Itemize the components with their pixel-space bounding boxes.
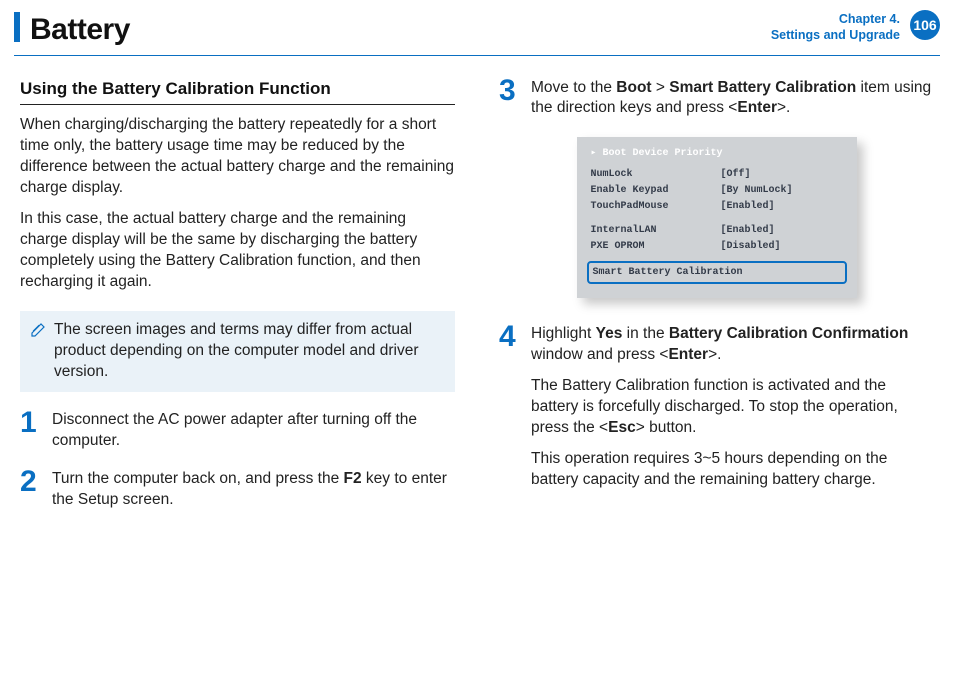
s4ba: The Battery Calibration function is acti…: [531, 377, 898, 436]
s4ac: in the: [622, 325, 669, 342]
note-text: The screen images and terms may differ f…: [54, 320, 443, 383]
s3g: >.: [777, 99, 790, 116]
s3f: Enter: [737, 99, 777, 116]
section-rule: [20, 104, 455, 105]
step-4: 4 Highlight Yes in the Battery Calibrati…: [499, 324, 934, 500]
s4ad: Battery Calibration Confirmation: [669, 325, 908, 342]
bios-value: [Enabled]: [721, 223, 775, 239]
header-accent-bar: [14, 12, 20, 42]
note-icon: [30, 322, 46, 383]
right-column: 3 Move to the Boot > Smart Battery Calib…: [499, 78, 934, 512]
bios-label: InternalLAN: [591, 223, 721, 239]
bios-label: PXE OPROM: [591, 239, 721, 255]
bios-row: PXE OPROM [Disabled]: [577, 239, 857, 255]
s4ag: >.: [708, 346, 721, 363]
step-2-pre: Turn the computer back on, and press the: [52, 470, 344, 487]
bios-panel: ▸ Boot Device Priority NumLock [Off] Ena…: [577, 137, 857, 298]
step-number-4: 4: [499, 324, 521, 500]
bios-gap: [577, 215, 857, 223]
step-4-body: Highlight Yes in the Battery Calibration…: [531, 324, 934, 500]
section-heading: Using the Battery Calibration Function: [20, 78, 455, 101]
page-number-badge: 106: [910, 10, 940, 40]
page-title: Battery: [30, 10, 130, 51]
bios-value: [By NumLock]: [721, 183, 793, 199]
bios-row: NumLock [Off]: [577, 167, 857, 183]
bios-value: [Enabled]: [721, 199, 775, 215]
s4c: This operation requires 3~5 hours depend…: [531, 449, 934, 491]
chapter-label: Chapter 4. Settings and Upgrade: [771, 12, 900, 43]
chapter-line2: Settings and Upgrade: [771, 28, 900, 44]
s4af: Enter: [668, 346, 708, 363]
header-right: Chapter 4. Settings and Upgrade 106: [771, 10, 940, 43]
step-number-3: 3: [499, 78, 521, 120]
step-3: 3 Move to the Boot > Smart Battery Calib…: [499, 78, 934, 120]
s3b: Boot: [616, 79, 651, 96]
s4ab: Yes: [596, 325, 623, 342]
bios-label: NumLock: [591, 167, 721, 183]
bios-row: Enable Keypad [By NumLock]: [577, 183, 857, 199]
bios-screenshot: ▸ Boot Device Priority NumLock [Off] Ena…: [499, 137, 934, 298]
intro-para-2: In this case, the actual battery charge …: [20, 209, 455, 293]
bios-value: [Off]: [721, 167, 751, 183]
bios-header: ▸ Boot Device Priority: [577, 147, 857, 167]
chapter-line1: Chapter 4.: [771, 12, 900, 28]
bios-value: [Disabled]: [721, 239, 781, 255]
s4ae: window and press <: [531, 346, 668, 363]
intro-para-1: When charging/discharging the battery re…: [20, 115, 455, 199]
step-1-body: Disconnect the AC power adapter after tu…: [52, 410, 455, 452]
step-2-key: F2: [344, 470, 362, 487]
step-2: 2 Turn the computer back on, and press t…: [20, 469, 455, 511]
bios-row: InternalLAN [Enabled]: [577, 223, 857, 239]
bios-label: TouchPadMouse: [591, 199, 721, 215]
content-columns: Using the Battery Calibration Function W…: [0, 56, 954, 512]
s4bc: > button.: [636, 419, 697, 436]
step-1: 1 Disconnect the AC power adapter after …: [20, 410, 455, 452]
bios-label: Enable Keypad: [591, 183, 721, 199]
s3c: >: [652, 79, 670, 96]
page-header: Battery Chapter 4. Settings and Upgrade …: [0, 0, 954, 55]
note-box: The screen images and terms may differ f…: [20, 311, 455, 392]
s4aa: Highlight: [531, 325, 596, 342]
step-number-1: 1: [20, 410, 42, 452]
step-number-2: 2: [20, 469, 42, 511]
bios-row: TouchPadMouse [Enabled]: [577, 199, 857, 215]
s4bb: Esc: [608, 419, 636, 436]
bios-highlighted-item: Smart Battery Calibration: [587, 261, 847, 285]
left-column: Using the Battery Calibration Function W…: [20, 78, 455, 512]
s3a: Move to the: [531, 79, 616, 96]
step-2-body: Turn the computer back on, and press the…: [52, 469, 455, 511]
step-3-body: Move to the Boot > Smart Battery Calibra…: [531, 78, 934, 120]
s3d: Smart Battery Calibration: [669, 79, 856, 96]
